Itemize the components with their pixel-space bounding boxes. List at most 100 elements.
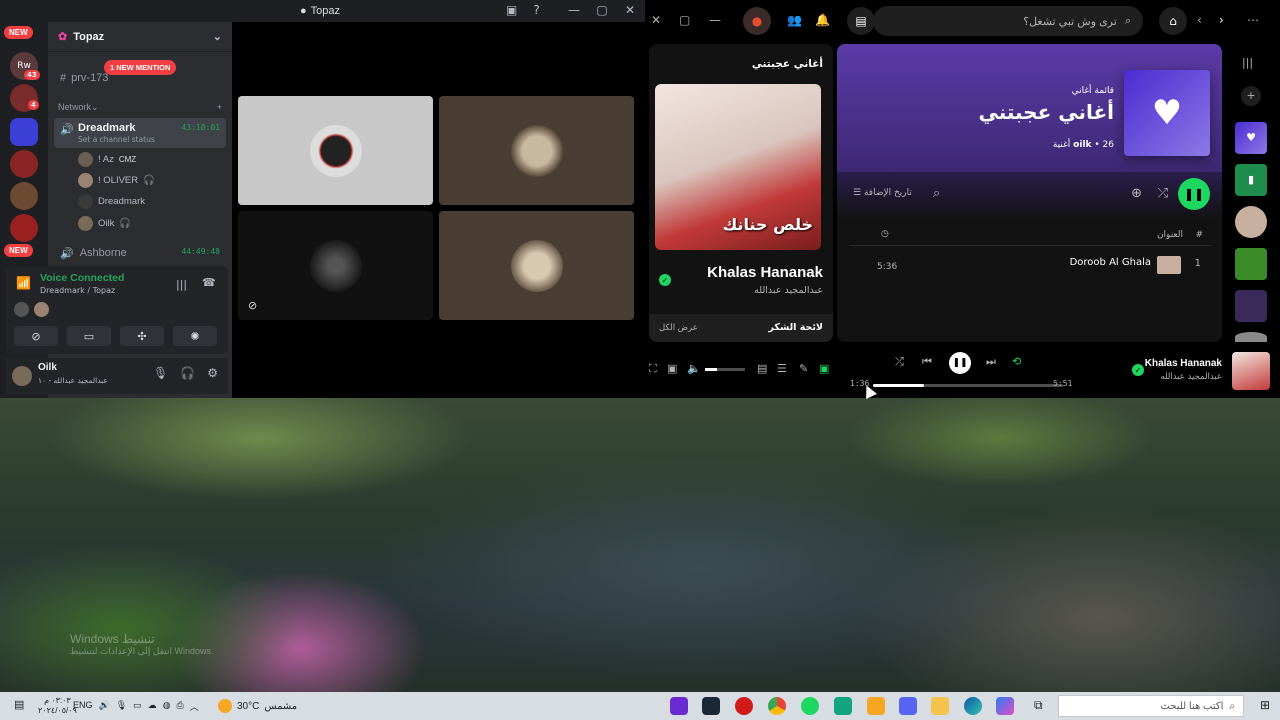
clock[interactable]: ٠٣:٠٣ م ٢٠٢٤/٠٥/٠٩ [38,696,77,716]
repeat-icon[interactable]: ⟲ [1012,355,1021,368]
participant-tile[interactable] [238,96,433,205]
table-row[interactable]: 1 Doroob Al Ghala 5:36 [849,252,1211,276]
voice-member[interactable]: Oilk 🎧 [78,214,228,232]
participant-tile[interactable]: ⊘ [238,211,433,320]
weather-widget[interactable]: 30°C مشمس [218,699,297,713]
server-icon[interactable] [10,118,38,146]
notifications-icon[interactable]: ▤ [14,698,24,711]
steam-icon[interactable] [702,697,720,715]
tray-app-icon[interactable]: ◍ [163,700,171,713]
maximize-button[interactable]: ▢ [679,13,690,27]
fullscreen-icon[interactable]: ⛶ [649,362,657,376]
voice-member[interactable]: ! Az CMZ [78,150,228,168]
artist-thumb[interactable] [1235,332,1267,342]
library-icon[interactable]: ||| [1242,56,1253,69]
taskbar-app-icon[interactable] [670,697,688,715]
chrome-icon[interactable] [768,697,786,715]
edge-icon[interactable] [964,697,982,715]
minimize-button[interactable]: — [709,13,721,27]
windows-start-icon[interactable]: ⊞ [1260,698,1270,712]
server-icon[interactable] [10,182,38,210]
track-title[interactable]: Khalas Hananak [707,264,823,281]
chevron-up-icon[interactable]: ︿ [190,700,199,713]
playlist-owner[interactable]: oilk [1073,140,1091,150]
discord-icon[interactable] [899,697,917,715]
profile-avatar[interactable]: ● [743,7,771,35]
playlist-thumb[interactable] [1235,290,1267,322]
screen-share-button[interactable]: ▭ [67,326,111,346]
progress-bar[interactable] [873,384,1063,387]
minimize-button[interactable]: — [567,3,581,17]
soundboard-button[interactable]: ✺ [173,326,217,346]
now-playing-track[interactable]: Khalas Hananak [1145,358,1222,369]
download-icon[interactable]: ⊕ [1131,186,1142,201]
show-all-link[interactable]: عرض الكل [659,323,698,333]
copilot-icon[interactable] [996,697,1014,715]
participant-tile[interactable] [439,96,634,205]
shuffle-icon[interactable]: ⤮ [895,355,904,369]
forward-arrow-icon[interactable]: › [1219,13,1224,27]
browse-button[interactable]: ▤ [847,7,875,35]
next-icon[interactable]: ⏭ [986,355,996,369]
notifications-icon[interactable]: 🔔 [815,13,830,27]
channel-status[interactable]: Set a channel status [78,135,155,144]
shuffle-icon[interactable]: ⤮ [1158,186,1168,201]
close-button[interactable]: ✕ [651,13,661,27]
volume-icon[interactable]: 🔈 [687,362,701,375]
spotify-icon[interactable] [801,697,819,715]
inbox-icon[interactable]: ▣ [506,3,517,17]
voice-channel-dreadmark[interactable]: 🔊 Dreadmark Set a channel status 43:10:0… [54,118,226,148]
playlist-thumb[interactable] [1235,248,1267,280]
back-arrow-icon[interactable]: ‹ [1197,13,1202,27]
miniplayer-icon[interactable]: ▣ [667,362,677,375]
now-playing-art[interactable] [1232,352,1270,390]
close-button[interactable]: ✕ [623,3,637,17]
task-view-icon[interactable]: ⧉ [1034,698,1043,713]
menu-icon[interactable]: ⋯ [1247,13,1259,27]
taskbar-search-input[interactable]: ⌕ اكتب هنا للبحث [1058,695,1244,717]
add-icon[interactable]: + [1241,86,1261,106]
voice-member[interactable]: Dreadmark [78,192,228,210]
activities-button[interactable]: ✣ [120,326,164,346]
artist-thumb[interactable] [1235,206,1267,238]
signal-icon[interactable]: 📶 [16,276,31,290]
headphones-icon[interactable]: 🎧 [180,366,195,380]
check-icon[interactable]: ✓ [1132,364,1144,376]
file-explorer-icon[interactable] [931,697,949,715]
avatar[interactable] [12,366,32,386]
voice-member[interactable]: ! OLIVER 🎧 [78,171,228,189]
camera-off-button[interactable]: ⊘ [14,326,58,346]
server-icon[interactable] [10,150,38,178]
opera-icon[interactable] [735,697,753,715]
add-channel-icon[interactable]: + [217,102,222,113]
pause-button[interactable]: ❚❚ [949,352,971,374]
microphone-icon[interactable]: 🎙 [153,366,168,380]
usb-icon[interactable]: ⎙ [177,700,184,713]
server-icon[interactable] [10,214,38,242]
check-icon[interactable]: ✓ [659,274,671,286]
voice-status[interactable]: Voice Connected [40,272,124,284]
gear-icon[interactable]: ⚙ [207,366,218,380]
home-button[interactable]: ⌂ [1159,7,1187,35]
now-playing-view-icon[interactable]: ▣ [819,362,829,375]
saved-episodes-thumb[interactable]: ▮ [1235,164,1267,196]
speaker-icon[interactable]: 🔊 [99,700,110,713]
track-artist[interactable]: عبدالمجيد عبدالله [754,285,823,296]
search-icon[interactable]: ⌕ [933,186,940,201]
now-playing-heading[interactable]: أغاني عجبتني [752,58,823,70]
previous-icon[interactable]: ⏮ [922,355,932,369]
disconnect-icon[interactable]: ☎ [202,276,216,289]
taskbar-app-icon[interactable] [834,697,852,715]
server-header[interactable]: ✿ Topaz ⌄ [48,22,232,52]
help-icon[interactable]: ? [533,3,539,17]
taskbar-app-icon[interactable] [867,697,885,715]
now-playing-artist[interactable]: عبدالمجيد عبدالله [1160,372,1222,382]
new-mention-pill[interactable]: 1 NEW MENTION [104,60,177,75]
sort-dropdown[interactable]: تاريخ الإضافة ☰ [853,188,912,198]
friend-activity-icon[interactable]: 👥 [787,13,802,27]
maximize-button[interactable]: ▢ [595,3,609,17]
network-icon[interactable]: ▭ [133,700,142,713]
noise-suppression-icon[interactable]: ||| [176,278,187,291]
microphone-icon[interactable]: 🎙 [116,700,127,713]
cloud-icon[interactable]: ☁ [148,700,157,713]
